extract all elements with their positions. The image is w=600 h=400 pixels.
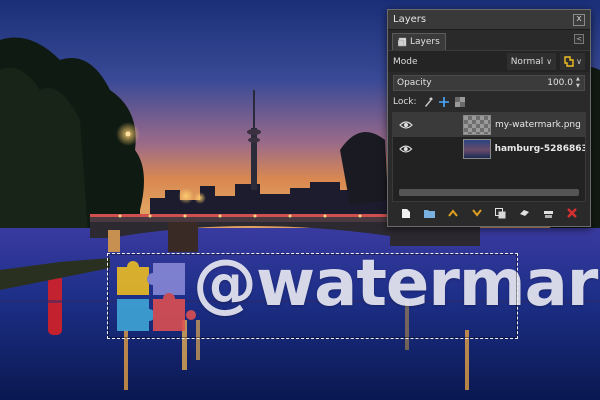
lock-row: Lock: (388, 94, 590, 110)
lock-pixels-icon[interactable] (423, 97, 433, 107)
eye-icon[interactable] (399, 144, 413, 154)
lock-label: Lock: (393, 97, 417, 107)
layer-row[interactable]: my-watermark.png (393, 113, 585, 137)
layer-name[interactable]: hamburg-5286863 (495, 144, 585, 154)
composite-mode-button[interactable]: ∨ (560, 53, 585, 70)
layer-group-icon (424, 210, 436, 218)
anchor-layer-button[interactable] (519, 207, 531, 219)
duplicate-layer-button[interactable] (495, 207, 507, 219)
chevron-down-icon: ∨ (576, 57, 582, 66)
dialog-title: Layers (393, 14, 427, 25)
spin-down-icon[interactable]: ▼ (576, 84, 583, 89)
watermark-layer[interactable]: @watermark (107, 247, 600, 339)
raise-layer-icon (448, 209, 459, 217)
mode-label: Mode (393, 56, 418, 67)
layers-toolbar (388, 202, 590, 224)
new-layer-button[interactable] (400, 207, 412, 219)
lock-position-icon[interactable] (438, 97, 449, 107)
opacity-value[interactable]: 100.0 (547, 78, 573, 88)
lower-layer-button[interactable] (471, 207, 483, 219)
layers-list[interactable]: my-watermark.png hamburg-5286863 (392, 112, 586, 202)
opacity-label: Opacity (397, 78, 432, 88)
horizontal-scrollbar[interactable] (399, 189, 579, 196)
close-button[interactable]: x (573, 13, 585, 26)
lock-alpha-icon[interactable] (454, 97, 465, 107)
opacity-spin-arrows[interactable]: ▲ ▼ (576, 77, 583, 89)
duplicate-layer-icon (495, 207, 506, 218)
mode-value: Normal (510, 56, 544, 67)
raise-layer-button[interactable] (447, 207, 459, 219)
opacity-spinscale[interactable]: Opacity 100.0 ▲ ▼ (393, 75, 585, 91)
lower-layer-icon (472, 209, 482, 217)
layer-name[interactable]: my-watermark.png (495, 120, 581, 130)
new-layer-group-button[interactable] (424, 207, 436, 219)
merge-down-button[interactable] (542, 207, 554, 219)
layer-thumbnail (463, 115, 491, 135)
mode-dropdown[interactable]: Normal ∨ (506, 53, 557, 70)
anchor-layer-icon (520, 210, 530, 216)
dock-tabbar: Layers < (388, 30, 590, 50)
layer-thumbnail (462, 139, 491, 159)
eye-icon[interactable] (399, 120, 413, 130)
selection-marquee[interactable] (107, 253, 518, 339)
merge-down-icon (543, 210, 553, 218)
layers-dialog[interactable]: Layers x Layers < Mode Normal ∨ ∨ Opacit… (387, 9, 591, 227)
tab-layers[interactable]: Layers (392, 33, 446, 50)
layers-tab-icon (398, 37, 407, 47)
layer-row[interactable]: hamburg-5286863 (393, 137, 585, 161)
new-layer-icon (401, 208, 410, 218)
spin-up-icon[interactable]: ▲ (576, 77, 583, 82)
tab-layers-label: Layers (410, 37, 440, 47)
composite-mode-icon (564, 56, 574, 67)
delete-layer-icon (567, 208, 577, 218)
tab-menu-button[interactable]: < (574, 34, 584, 44)
dialog-titlebar[interactable]: Layers x (388, 10, 590, 30)
chevron-down-icon: ∨ (546, 57, 553, 66)
mode-row: Mode Normal ∨ ∨ (388, 50, 590, 72)
delete-layer-button[interactable] (566, 207, 578, 219)
